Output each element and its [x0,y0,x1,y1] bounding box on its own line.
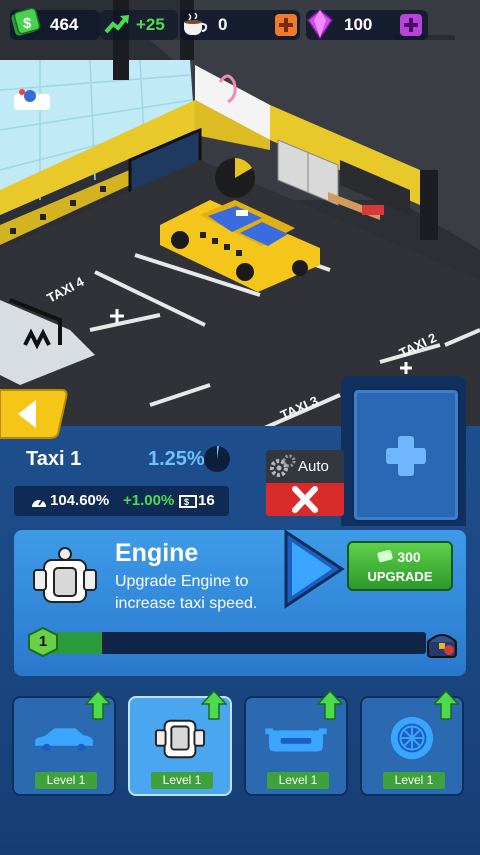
auto-header: Auto [266,450,344,483]
plus-icon [279,18,293,32]
upgrade-level: 1 [38,633,48,650]
tab-level-label: Level 1 [151,772,213,789]
plus-icon [404,18,418,32]
tab-level-label: Level 1 [267,772,329,789]
taxi-name: Taxi 1 [26,448,82,470]
speedometer-icon [32,498,46,507]
engine-icon [33,547,97,603]
speed-bonus: +1.00% [123,492,175,509]
upgrade-label: UPGRADE [367,569,433,584]
cash-icon: $ [11,7,41,36]
fare-ticket-icon: $ [179,495,197,508]
trend-up-icon [104,15,129,34]
tab-engine[interactable]: Level 1 [128,690,232,796]
tab-car-body[interactable]: Level 1 [12,690,116,796]
buy-gems-button[interactable] [400,14,422,36]
income-rate-value: +25 [136,15,165,34]
buy-coffee-button[interactable] [275,14,297,36]
plus-icon [386,436,426,476]
progress-ring-icon [204,446,230,472]
upgrade-available-icon [433,690,459,720]
gears-icon [270,454,296,477]
tab-wheel[interactable]: Level 1 [360,690,464,796]
upgrade-available-icon [317,690,343,720]
car-body-icon [35,728,93,752]
svg-text:$: $ [184,497,189,507]
tab-level-label: Level 1 [383,772,445,789]
gem-icon [307,9,333,40]
wheel-icon [390,716,434,760]
engine-icon [155,719,205,759]
back-button[interactable] [0,388,70,440]
bumper-icon [265,728,327,752]
coffee-value: 0 [218,15,228,34]
auto-toggle[interactable]: Auto [266,450,344,520]
coffee-cup-icon [184,12,208,35]
upgrade-title: Engine [115,539,199,567]
auto-label: Auto [298,458,329,475]
taxi-percent: 1.25% [148,448,205,470]
gem-value: 100 [344,15,373,34]
fare-value: 16 [198,492,215,509]
next-arrow-icon[interactable] [282,528,346,610]
tab-level-label: Level 1 [35,772,97,789]
auto-off-button[interactable] [266,483,344,516]
tab-bumper[interactable]: Level 1 [244,690,348,796]
cash-value: 464 [50,15,79,34]
add-taxi-slot-button[interactable] [352,388,460,522]
reward-chest-icon[interactable] [425,628,459,660]
speed-stat: 104.60% [50,492,110,509]
upgrade-description: Upgrade Engine to increase taxi speed. [115,573,258,612]
svg-text:$: $ [23,15,32,32]
taxi-stats: 104.60% +1.00% $ 16 [14,486,229,516]
game-scene: TAXI 4 TAXI 3 TAXI 2 [0,0,480,430]
upgrade-progress-bar [40,632,426,654]
upgrade-button[interactable]: 300 UPGRADE [347,541,453,591]
upgrade-available-icon [85,690,111,720]
upgrade-available-icon [201,690,227,720]
upgrade-price: 300 [397,549,421,565]
close-icon [292,486,318,513]
top-hud: 464 $ +25 0 100 [0,0,480,46]
